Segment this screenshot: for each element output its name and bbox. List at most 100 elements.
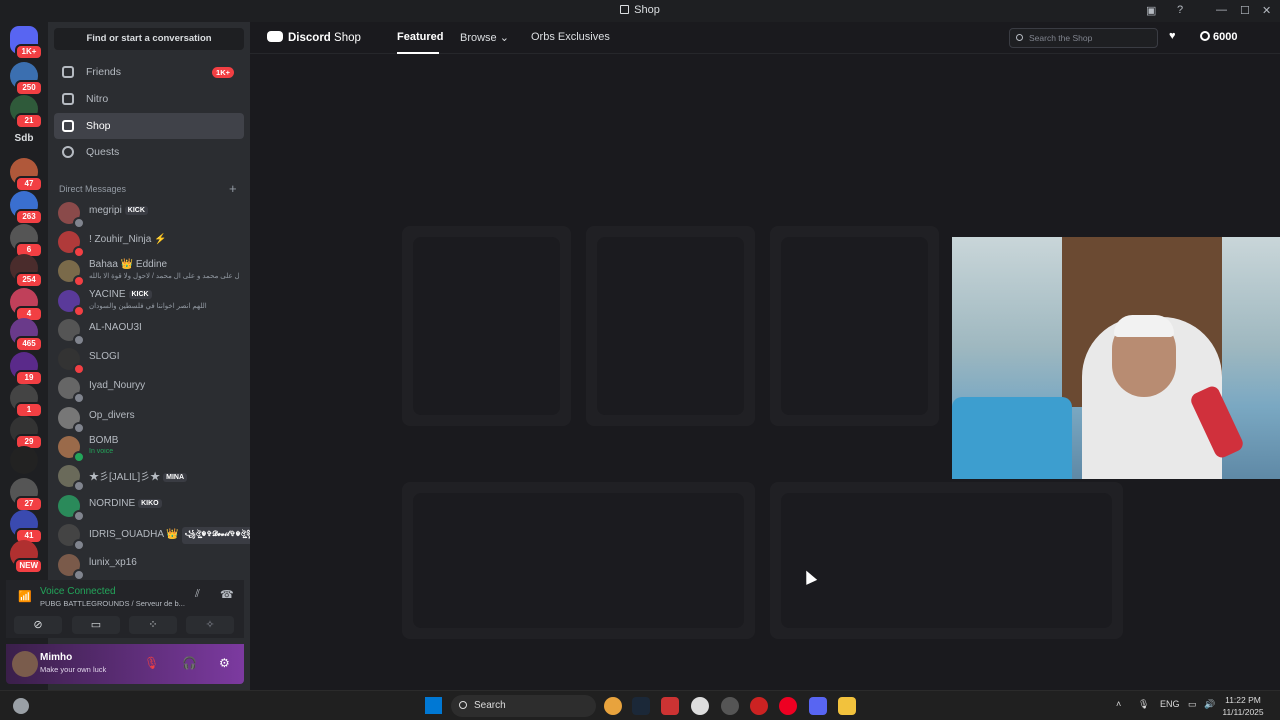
- dm-item[interactable]: SLOGI: [54, 345, 244, 375]
- steam-icon[interactable]: [632, 697, 650, 715]
- dm-item[interactable]: ! Zouhir_Ninja ⚡: [54, 228, 244, 258]
- home-button[interactable]: 1K+: [10, 26, 43, 60]
- voice-status[interactable]: Voice Connected: [40, 586, 116, 597]
- soundboard-button[interactable]: ✧: [186, 616, 234, 634]
- server-icon[interactable]: 254: [10, 254, 43, 288]
- server-icon[interactable]: 19: [10, 352, 43, 386]
- dm-item[interactable]: YACINE KICK اللهم انصر اخواننا في فلسطين و…: [54, 287, 244, 317]
- dm-item[interactable]: Bahaa 👑 Eddine صل على محمد و على ال محمد …: [54, 257, 244, 287]
- dm-name: ★彡[JALIL]彡★ MINA: [89, 468, 188, 483]
- windows-taskbar: Search ˄ 🎙 ENG ▭ 🔊 11:22 PM 11/11/2025: [0, 690, 1280, 720]
- server-icon[interactable]: 6: [10, 224, 43, 258]
- server-badge: 47: [15, 176, 43, 192]
- shop-search-input[interactable]: Search the Shop: [1009, 28, 1158, 48]
- discord-shop-logo[interactable]: Discord Shop: [267, 31, 361, 44]
- tab-orbs-exclusives[interactable]: Orbs Exclusives: [531, 31, 610, 43]
- dm-status-text: In voice: [89, 448, 114, 455]
- noise-suppression-icon[interactable]: ⫽: [195, 588, 200, 601]
- chrome-icon[interactable]: [604, 697, 622, 715]
- dm-item[interactable]: Iyad_Nouryy: [54, 374, 244, 404]
- language-indicator[interactable]: ENG: [1160, 699, 1180, 709]
- widgets-icon[interactable]: [13, 698, 29, 714]
- clan-tag: KICK: [124, 206, 148, 215]
- dm-item[interactable]: lunix_xp16: [54, 551, 244, 581]
- nav-quests[interactable]: Quests: [54, 139, 244, 165]
- shop-card-placeholder[interactable]: [402, 482, 755, 639]
- server-icon[interactable]: Sdb: [10, 125, 38, 153]
- find-conversation-button[interactable]: Find or start a conversation: [54, 28, 244, 50]
- file-explorer-icon[interactable]: [838, 697, 856, 715]
- orbs-icon: [1200, 31, 1210, 41]
- status-indicator: [73, 480, 85, 492]
- server-icon[interactable]: 263: [10, 191, 43, 225]
- server-icon[interactable]: 21: [10, 95, 43, 129]
- nav-nitro[interactable]: Nitro: [54, 86, 244, 112]
- disconnect-icon[interactable]: ☎: [220, 588, 234, 601]
- app-icon[interactable]: [721, 697, 739, 715]
- maximize-button[interactable]: ☐: [1240, 4, 1250, 17]
- shop-card-placeholder[interactable]: [402, 226, 571, 426]
- chatgpt-icon[interactable]: [691, 697, 709, 715]
- create-dm-button[interactable]: +: [229, 181, 237, 196]
- close-button[interactable]: ✕: [1262, 4, 1271, 17]
- home-badge: 1K+: [15, 44, 43, 60]
- network-icon[interactable]: ▭: [1188, 699, 1197, 710]
- screenshare-button[interactable]: ▭: [72, 616, 120, 634]
- chevron-up-icon[interactable]: ˄: [1116, 699, 1121, 709]
- tab-browse[interactable]: Browse ⌄: [460, 31, 509, 44]
- opera-icon[interactable]: [779, 697, 797, 715]
- system-clock[interactable]: 11:22 PM 11/11/2025: [1220, 694, 1266, 718]
- search-placeholder: Search the Shop: [1029, 33, 1093, 43]
- server-icon[interactable]: 465: [10, 318, 43, 352]
- dm-status-text: صل على محمد و على ال محمد / لاحول ولا قو…: [89, 273, 239, 280]
- avatar[interactable]: [12, 651, 38, 677]
- signal-icon[interactable]: 📶: [18, 590, 32, 603]
- nav-shop[interactable]: Shop: [54, 113, 244, 139]
- minimize-button[interactable]: —: [1216, 4, 1227, 16]
- shop-card-placeholder[interactable]: [586, 226, 755, 426]
- help-icon[interactable]: ?: [1177, 4, 1183, 16]
- shop-card-placeholder[interactable]: [770, 226, 939, 426]
- tab-featured[interactable]: Featured: [397, 31, 443, 43]
- dm-item[interactable]: AL-NAOU3I: [54, 316, 244, 346]
- app-icon[interactable]: [661, 697, 679, 715]
- start-windows-icon[interactable]: [425, 697, 442, 714]
- card-skeleton: [781, 237, 928, 415]
- server-icon[interactable]: 47: [10, 158, 43, 192]
- settings-gear-icon[interactable]: ⚙: [219, 656, 230, 670]
- server-icon[interactable]: NEW: [10, 540, 43, 574]
- volume-icon[interactable]: 🔊: [1204, 699, 1215, 710]
- user-name[interactable]: Mimho: [40, 652, 72, 663]
- app-icon[interactable]: [750, 697, 768, 715]
- nav-friends[interactable]: Friends 1K+: [54, 59, 244, 85]
- discord-icon[interactable]: [809, 697, 827, 715]
- activities-button[interactable]: ⁘: [129, 616, 177, 634]
- server-icon[interactable]: 1: [10, 384, 43, 418]
- dm-name-text: NORDINE: [89, 498, 136, 509]
- voice-server[interactable]: PUBG BATTLEGROUNDS / Serveur de b...: [40, 599, 185, 608]
- dm-item[interactable]: BOMB In voice: [54, 433, 244, 463]
- camera-button[interactable]: ⊘: [14, 616, 62, 634]
- dm-item[interactable]: Op_divers: [54, 404, 244, 434]
- shop-card-placeholder[interactable]: [770, 482, 1123, 639]
- dm-item[interactable]: IDRIS_OUADHA 👑 ꧁ঔৣ☬✞𝓓𝓮𝓿𝓲𝓵✞☬ঔৣ꧂: [54, 521, 261, 551]
- server-icon[interactable]: 41: [10, 510, 43, 544]
- dm-item[interactable]: NORDINE KIKO: [54, 492, 244, 522]
- deafen-icon[interactable]: 🎧: [182, 656, 197, 670]
- dm-item[interactable]: megripi KICK: [54, 199, 244, 229]
- server-icon[interactable]: 250: [10, 62, 43, 96]
- dm-item[interactable]: ★彡[JALIL]彡★ MINA: [54, 462, 244, 492]
- dm-name: IDRIS_OUADHA 👑 ꧁ঔৣ☬✞𝓓𝓮𝓿𝓲𝓵✞☬ঔৣ꧂: [89, 527, 261, 544]
- orbs-balance[interactable]: 6000: [1200, 31, 1237, 43]
- taskbar-search[interactable]: Search: [451, 695, 596, 717]
- mute-icon[interactable]: 🎙: [144, 656, 159, 670]
- microphone-icon[interactable]: 🎙: [1138, 699, 1149, 710]
- server-icon[interactable]: [10, 446, 38, 474]
- inbox-icon[interactable]: ▣: [1146, 4, 1156, 17]
- sofa: [952, 397, 1072, 479]
- server-icon[interactable]: 27: [10, 478, 43, 512]
- server-icon[interactable]: 4: [10, 288, 43, 322]
- server-icon[interactable]: 29: [10, 416, 43, 450]
- dm-name: ! Zouhir_Ninja ⚡: [89, 234, 167, 245]
- wishlist-heart-icon[interactable]: ♥: [1169, 30, 1176, 42]
